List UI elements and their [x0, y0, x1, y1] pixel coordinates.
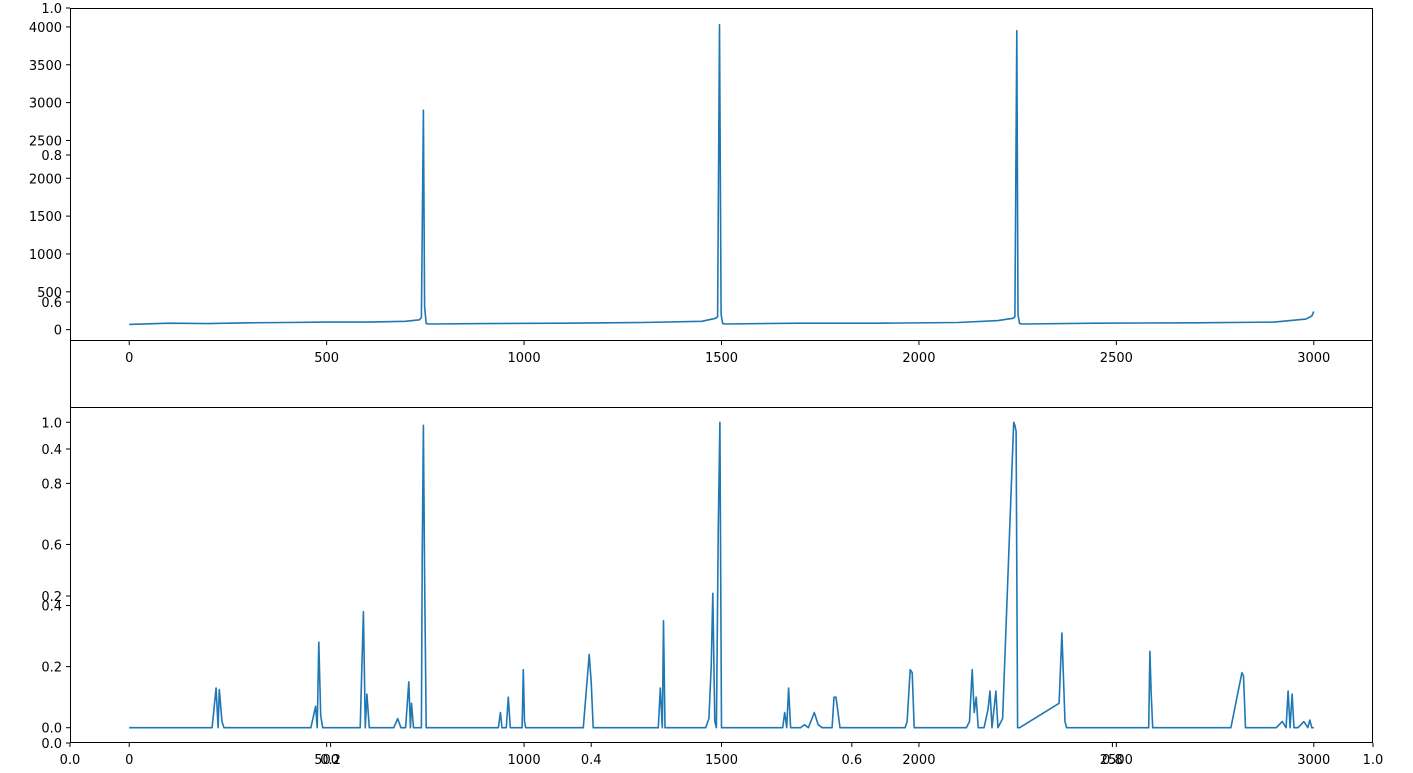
- top-y-tick: 1500: [29, 210, 70, 225]
- background-x-tick-label: 0.4: [581, 753, 602, 768]
- bottom-x-tick: 1000: [508, 743, 541, 768]
- background-x-tick: 1.0: [1363, 743, 1384, 768]
- bottom-y-tick-label: 0.4: [41, 600, 62, 615]
- top-y-tick: 3500: [29, 59, 70, 74]
- top-y-tick: 3000: [29, 97, 70, 112]
- bottom-y-tick-label: 0.8: [41, 477, 62, 492]
- bottom-y-ticks: 0.0 0.2 0.4 0.6 0.8 1.0: [41, 416, 70, 737]
- background-y-tick: 1.0: [41, 2, 70, 17]
- top-y-tick-label: 1500: [29, 210, 62, 225]
- top-y-tick: 2000: [29, 172, 70, 187]
- top-x-tick-label: 1000: [508, 351, 541, 366]
- bottom-x-tick: 3000: [1297, 743, 1330, 768]
- bottom-x-tick: 2500: [1100, 743, 1133, 768]
- bottom-y-tick-label: 0.2: [41, 661, 62, 676]
- top-y-tick-label: 3000: [29, 97, 62, 112]
- top-y-tick: 1000: [29, 248, 70, 263]
- bottom-x-tick: 2000: [902, 743, 935, 768]
- top-x-tick: 1000: [508, 341, 541, 366]
- top-x-tick-label: 0: [125, 351, 133, 366]
- top-y-ticks: 0 500 1000 1500 2000 2500 3000 3500 4000: [29, 21, 70, 339]
- background-x-tick-label: 0.0: [60, 753, 81, 768]
- top-x-tick-label: 2500: [1100, 351, 1133, 366]
- background-y-tick-label: 0.0: [41, 737, 62, 752]
- bottom-x-tick-label: 1000: [508, 753, 541, 768]
- top-y-tick-label: 1000: [29, 248, 62, 263]
- top-x-tick: 1500: [705, 341, 738, 366]
- bottom-x-tick: 1500: [705, 743, 738, 768]
- bottom-y-tick: 0.4: [41, 600, 70, 615]
- top-y-tick-label: 3500: [29, 59, 62, 74]
- background-y-ticks: 0.0 0.2 0.4 0.6 0.8 1.0: [41, 2, 70, 752]
- top-subplot: 0 500 1000 1500 2000 2500 3000 0 500 1000 1500 200…: [29, 8, 1373, 366]
- bottom-x-tick-label: 2000: [902, 753, 935, 768]
- background-x-tick-label: 1.0: [1363, 753, 1384, 768]
- top-y-tick: 500: [37, 286, 70, 301]
- top-y-tick: 0: [54, 324, 70, 339]
- bottom-y-tick: 1.0: [41, 416, 70, 431]
- top-x-tick-label: 500: [314, 351, 339, 366]
- background-y-tick: 0.0: [41, 737, 70, 752]
- figure: 0.0 0.2 0.4 0.6 0.8 1.0 0.0 0.2 0.4 0.6 0.8 1.0 0 5…: [29, 2, 1384, 768]
- top-y-tick: 4000: [29, 21, 70, 36]
- bottom-x-tick-label: 3000: [1297, 753, 1330, 768]
- bottom-x-tick: 0: [125, 743, 133, 768]
- bottom-y-tick: 0.6: [41, 538, 70, 553]
- bottom-y-tick: 0.8: [41, 477, 70, 492]
- top-x-tick-label: 1500: [705, 351, 738, 366]
- top-x-tick: 2500: [1100, 341, 1133, 366]
- top-y-tick: 2500: [29, 134, 70, 149]
- bottom-x-tick: 500: [314, 743, 339, 768]
- top-x-tick: 3000: [1297, 341, 1330, 366]
- background-x-tick: 0.0: [60, 743, 81, 768]
- top-x-tick: 2000: [902, 341, 935, 366]
- top-y-tick-label: 2000: [29, 172, 62, 187]
- bottom-y-tick: 0.2: [41, 661, 70, 676]
- background-y-tick-label: 1.0: [41, 2, 62, 17]
- bottom-y-tick: 0.0: [41, 722, 70, 737]
- bottom-subplot: 0 500 1000 1500 2000 2500 3000 0.0 0.2 0.4 0.6 0.8…: [41, 407, 1373, 768]
- bottom-x-tick-label: 2500: [1100, 753, 1133, 768]
- bottom-x-tick-label: 1500: [705, 753, 738, 768]
- top-x-tick-label: 3000: [1297, 351, 1330, 366]
- bottom-y-tick-label: 1.0: [41, 416, 62, 431]
- bottom-x-tick-label: 0: [125, 753, 133, 768]
- background-y-tick-label: 0.4: [41, 443, 62, 458]
- top-y-tick-label: 500: [37, 286, 62, 301]
- background-x-tick-label: 0.6: [841, 753, 862, 768]
- top-x-ticks: 0 500 1000 1500 2000 2500 3000: [125, 341, 1330, 366]
- top-y-tick-label: 2500: [29, 134, 62, 149]
- background-x-tick: 0.6: [841, 743, 862, 768]
- background-y-tick: 0.4: [41, 443, 70, 458]
- bottom-y-tick-label: 0.6: [41, 538, 62, 553]
- background-y-tick-label: 0.8: [41, 149, 62, 164]
- top-x-tick: 500: [314, 341, 339, 366]
- top-y-tick-label: 0: [54, 324, 62, 339]
- background-y-tick: 0.8: [41, 149, 70, 164]
- background-x-tick: 0.4: [581, 743, 602, 768]
- bottom-x-tick-label: 500: [314, 753, 339, 768]
- top-x-tick-label: 2000: [902, 351, 935, 366]
- top-y-tick-label: 4000: [29, 21, 62, 36]
- top-x-tick: 0: [125, 341, 133, 366]
- bottom-y-tick-label: 0.0: [41, 722, 62, 737]
- bottom-x-ticks: 0 500 1000 1500 2000 2500 3000: [125, 743, 1330, 768]
